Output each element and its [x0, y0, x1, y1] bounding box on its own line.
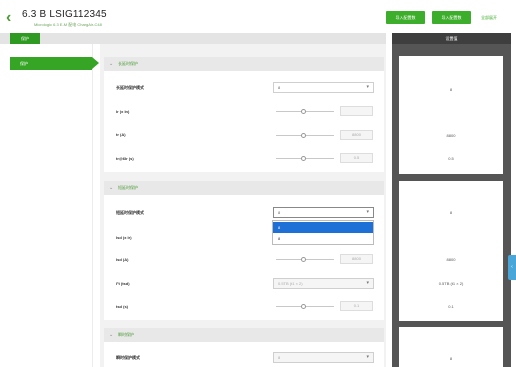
settings-value: 0.5TB (t1 × 2) [438, 281, 464, 286]
settings-value: 8 [449, 87, 453, 92]
sidebar-active-arrow [92, 57, 99, 69]
tab-strip [0, 33, 386, 44]
row-label: Ir (x In) [116, 109, 130, 114]
instantaneous-mode-select[interactable]: 8 ▾ [273, 352, 374, 363]
settings-value: 0.1 [448, 304, 454, 309]
tr6ir-value-input[interactable]: 0.5 [340, 153, 373, 163]
short-delay-mode-select[interactable]: 8 ▾ [273, 207, 374, 218]
tr-value-input[interactable]: 8800 [340, 130, 373, 140]
dropdown-option[interactable]: 8 [273, 222, 373, 233]
settings-card [399, 181, 503, 321]
import-config-button-1[interactable]: 导入配置数 [386, 11, 425, 24]
chevron-down-icon: ▾ [366, 280, 369, 286]
row-label: 短延时保护模式 [116, 210, 144, 215]
select-value: 0.5TB (t1 × 2) [278, 281, 303, 286]
sidebar-item-protection[interactable]: 保护 [10, 57, 92, 70]
row-label: I²t (tsd) [116, 281, 130, 286]
select-value: 8 [278, 85, 281, 90]
slider-thumb[interactable] [301, 257, 306, 262]
settings-card [399, 327, 503, 367]
chevron-down-icon: ▾ [366, 354, 369, 360]
select-value: 8 [278, 355, 281, 360]
section-title: 长延时保护 [118, 61, 138, 66]
import-config-button-2[interactable]: 导入配置数 [432, 11, 471, 24]
slider-thumb[interactable] [301, 156, 306, 161]
section-header-long-delay[interactable]: ⌄ 长延时保护 [104, 57, 384, 71]
settings-value: 0.5 [448, 156, 454, 161]
back-arrow-icon[interactable]: ‹ [6, 10, 18, 26]
section-header-short-delay[interactable]: ⌄ 短延时保护 [104, 181, 384, 195]
select-value: 8 [278, 210, 281, 215]
tsd-value-input[interactable]: 0.1 [340, 301, 373, 311]
isd-value-input[interactable]: 8800 [340, 254, 373, 264]
long-delay-mode-select[interactable]: 8 ▾ [273, 82, 374, 93]
slider-thumb[interactable] [301, 109, 306, 114]
settings-value: 8 [449, 210, 453, 215]
ir-value-input[interactable] [340, 106, 373, 116]
slider-thumb[interactable] [301, 133, 306, 138]
tab-protection[interactable]: 保护 [10, 33, 40, 44]
slider-thumb[interactable] [301, 304, 306, 309]
row-label: Isd (A) [116, 257, 129, 262]
section-title: 瞬时保护 [118, 332, 134, 337]
sidebar [0, 44, 93, 367]
expand-all-link[interactable]: 全部展开 [481, 15, 497, 21]
settings-panel-title: 设置值 [392, 33, 511, 44]
row-label: tr@6Ir (s) [116, 156, 134, 161]
settings-value: 8800 [446, 133, 456, 138]
section-header-instantaneous[interactable]: ⌄ 瞬时保护 [104, 328, 384, 342]
chevron-down-icon: ⌄ [109, 185, 114, 191]
row-label: tr (A) [116, 132, 126, 137]
chevron-down-icon: ⌄ [109, 332, 114, 338]
i2t-select[interactable]: 0.5TB (t1 × 2) ▾ [273, 278, 374, 289]
section-title: 短延时保护 [118, 185, 138, 190]
settings-value: 8800 [446, 257, 456, 262]
page-title: 6.3 B LSIG112345 [22, 9, 107, 20]
page-subtitle: Micrologic 6.3 E-M 配电 ChargAir-C48 [34, 22, 102, 27]
chevron-down-icon: ⌄ [109, 61, 114, 67]
settings-value: 8 [449, 356, 453, 361]
chevron-down-icon: ▾ [366, 84, 369, 90]
row-label: tsd (s) [116, 304, 128, 309]
row-label: Isd (x Ir) [116, 235, 132, 240]
row-label: 瞬时保护模式 [116, 355, 140, 360]
row-label: 长延时保护模式 [116, 85, 144, 90]
chevron-down-icon: ▾ [366, 209, 369, 215]
side-panel-toggle-icon[interactable]: ‹ [508, 255, 516, 280]
dropdown-options: 8 8 [272, 220, 374, 245]
dropdown-option[interactable]: 8 [273, 233, 373, 244]
